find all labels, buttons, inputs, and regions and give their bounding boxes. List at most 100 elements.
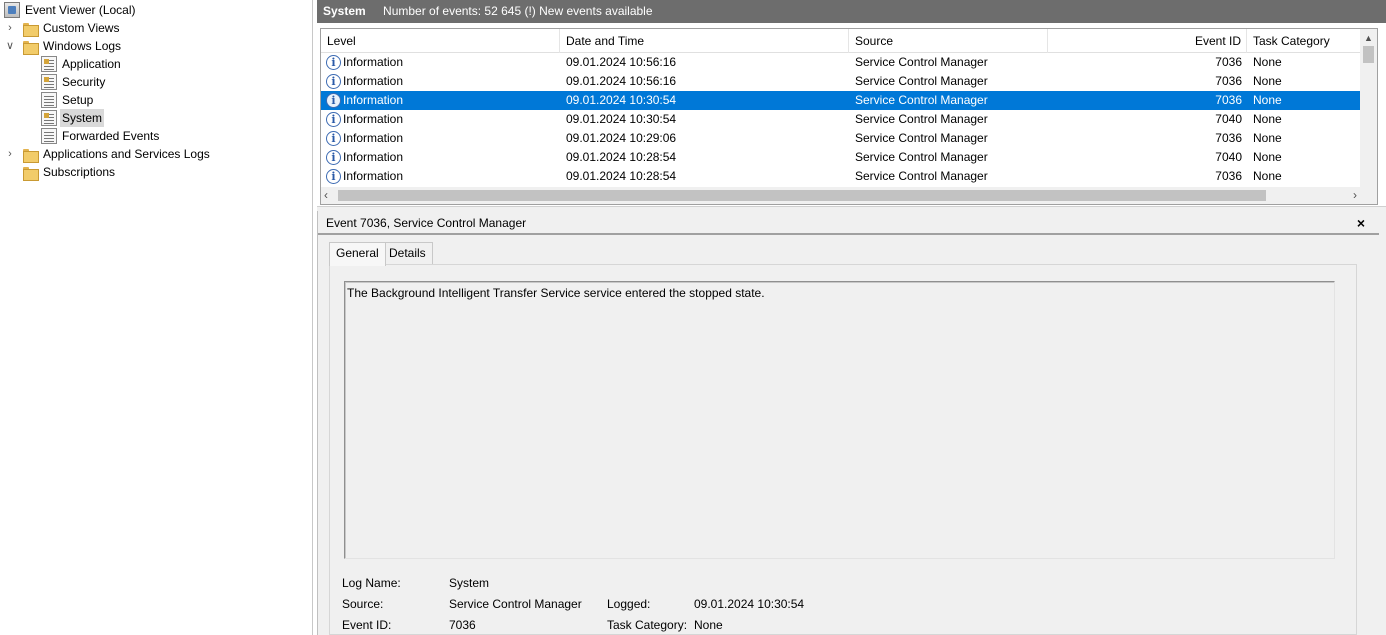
- table-row[interactable]: i Information 09.01.2024 10:56:16 Service C…: [321, 72, 1361, 91]
- event-message[interactable]: The Background Intelligent Transfer Serv…: [344, 281, 1335, 559]
- scroll-thumb[interactable]: [338, 190, 1266, 201]
- scroll-thumb[interactable]: [1363, 46, 1374, 63]
- scroll-right-icon[interactable]: ›: [1353, 187, 1357, 204]
- event-id-cell: 7040: [1215, 150, 1242, 164]
- date-time-cell: 09.01.2024 10:30:54: [566, 112, 677, 126]
- tab-general[interactable]: General: [329, 242, 386, 266]
- table-row[interactable]: i Information 09.01.2024 10:30:54 Service C…: [321, 91, 1361, 110]
- logged-label: Logged:: [607, 597, 651, 611]
- event-details-pane: Event 7036, Service Control Manager × Ge…: [317, 211, 1386, 635]
- tree-item-custom-views[interactable]: Custom Views: [22, 19, 121, 37]
- log-title: System: [323, 4, 366, 18]
- level-cell: Information: [343, 55, 404, 69]
- task-category-cell: None: [1253, 169, 1282, 183]
- tree-item-label: Subscriptions: [43, 165, 116, 179]
- task-category-cell: None: [1253, 55, 1282, 69]
- tree-item-subscriptions[interactable]: Subscriptions: [22, 163, 117, 181]
- information-icon: i: [326, 93, 341, 108]
- source-cell: Service Control Manager: [855, 131, 988, 145]
- log-icon: [41, 92, 57, 108]
- tree-item-system[interactable]: System: [41, 109, 105, 127]
- tree-item-application[interactable]: Application: [41, 55, 123, 73]
- event-id-cell: 7036: [1215, 169, 1242, 183]
- information-icon: i: [326, 150, 341, 165]
- table-row[interactable]: i Information 09.01.2024 10:28:54 Service C…: [321, 148, 1361, 167]
- tree-item-applications-services-logs[interactable]: Applications and Services Logs: [22, 145, 212, 163]
- level-cell: Information: [343, 74, 404, 88]
- log-name-value[interactable]: System: [449, 575, 489, 591]
- task-category-label: Task Category:: [607, 618, 688, 632]
- column-header-date-time[interactable]: Date and Time: [560, 29, 849, 53]
- source-cell: Service Control Manager: [855, 169, 988, 183]
- log-icon: [41, 56, 57, 72]
- vertical-scrollbar[interactable]: ▲: [1360, 29, 1377, 187]
- event-id-cell: 7036: [1215, 55, 1242, 69]
- tree-item-label: Custom Views: [43, 21, 120, 35]
- level-cell: Information: [343, 150, 404, 164]
- date-time-cell: 09.01.2024 10:56:16: [566, 55, 677, 69]
- tree-item-label: Forwarded Events: [62, 129, 160, 143]
- tree-item-forwarded-events[interactable]: Forwarded Events: [41, 127, 161, 145]
- tree-item-security[interactable]: Security: [41, 73, 107, 91]
- date-time-cell: 09.01.2024 10:30:54: [566, 93, 677, 107]
- task-category-cell: None: [1253, 150, 1282, 164]
- source-label: Source:: [342, 597, 384, 611]
- date-time-cell: 09.01.2024 10:56:16: [566, 74, 677, 88]
- task-category-value[interactable]: None: [694, 617, 723, 633]
- information-icon: i: [326, 55, 341, 70]
- event-list[interactable]: Level Date and Time Source Event ID Task…: [320, 28, 1378, 205]
- task-category-cell: None: [1253, 112, 1282, 126]
- event-details-title-bar: Event 7036, Service Control Manager ×: [318, 211, 1379, 235]
- event-id-label: Event ID:: [342, 618, 392, 632]
- event-count-status: Number of events: 52 645 (!) New events …: [383, 4, 653, 18]
- log-icon: [41, 128, 57, 144]
- event-id-value[interactable]: 7036: [449, 617, 476, 633]
- task-category-cell: None: [1253, 93, 1282, 107]
- event-id-cell: 7040: [1215, 112, 1242, 126]
- event-viewer-icon: [4, 2, 20, 18]
- information-icon: i: [326, 131, 341, 146]
- table-row[interactable]: i Information 09.01.2024 10:28:54 Service C…: [321, 167, 1361, 186]
- scroll-up-icon[interactable]: ▲: [1360, 31, 1377, 45]
- column-header-level[interactable]: Level: [321, 29, 560, 53]
- event-id-cell: 7036: [1215, 93, 1242, 107]
- source-value[interactable]: Service Control Manager: [449, 596, 582, 612]
- table-row[interactable]: i Information 09.01.2024 10:56:16 Service C…: [321, 53, 1361, 72]
- level-cell: Information: [343, 169, 404, 183]
- date-time-cell: 09.01.2024 10:28:54: [566, 150, 677, 164]
- subscriptions-icon: [22, 164, 39, 181]
- chevron-down-icon[interactable]: ∨: [5, 37, 15, 55]
- level-cell: Information: [343, 112, 404, 126]
- column-header-event-id[interactable]: Event ID: [1048, 29, 1247, 53]
- event-list-header: Level Date and Time Source Event ID Task…: [321, 29, 1361, 53]
- date-time-cell: 09.01.2024 10:29:06: [566, 131, 677, 145]
- logged-value[interactable]: 09.01.2024 10:30:54: [694, 596, 804, 612]
- scroll-left-icon[interactable]: ‹: [324, 187, 328, 204]
- tab-details[interactable]: Details: [382, 242, 433, 265]
- column-header-source[interactable]: Source: [849, 29, 1048, 53]
- table-row[interactable]: i Information 09.01.2024 10:29:06 Service C…: [321, 129, 1361, 148]
- source-cell: Service Control Manager: [855, 74, 988, 88]
- tree-item-event-viewer[interactable]: Event Viewer (Local): [4, 1, 138, 19]
- log-icon: [41, 74, 57, 90]
- chevron-right-icon[interactable]: ›: [5, 145, 15, 163]
- folder-icon: [22, 38, 39, 55]
- task-category-cell: None: [1253, 131, 1282, 145]
- tree-item-label: Security: [62, 75, 106, 89]
- chevron-right-icon[interactable]: ›: [5, 19, 15, 37]
- level-cell: Information: [343, 131, 404, 145]
- horizontal-scrollbar[interactable]: ‹ ›: [321, 187, 1377, 204]
- source-cell: Service Control Manager: [855, 55, 988, 69]
- information-icon: i: [326, 169, 341, 184]
- column-header-task-category[interactable]: Task Category: [1247, 29, 1361, 53]
- tree-item-label: Applications and Services Logs: [43, 147, 210, 161]
- tree-item-label: Application: [62, 57, 121, 71]
- table-row[interactable]: i Information 09.01.2024 10:30:54 Service C…: [321, 110, 1361, 129]
- tree-item-windows-logs[interactable]: Windows Logs: [22, 37, 123, 55]
- close-icon[interactable]: ×: [1357, 215, 1365, 231]
- tree-item-label: Setup: [62, 93, 94, 107]
- source-cell: Service Control Manager: [855, 150, 988, 164]
- navigation-tree: Event Viewer (Local) › Custom Views ∨ Wi…: [0, 0, 313, 635]
- tree-item-setup[interactable]: Setup: [41, 91, 95, 109]
- tree-item-label: System: [60, 109, 105, 127]
